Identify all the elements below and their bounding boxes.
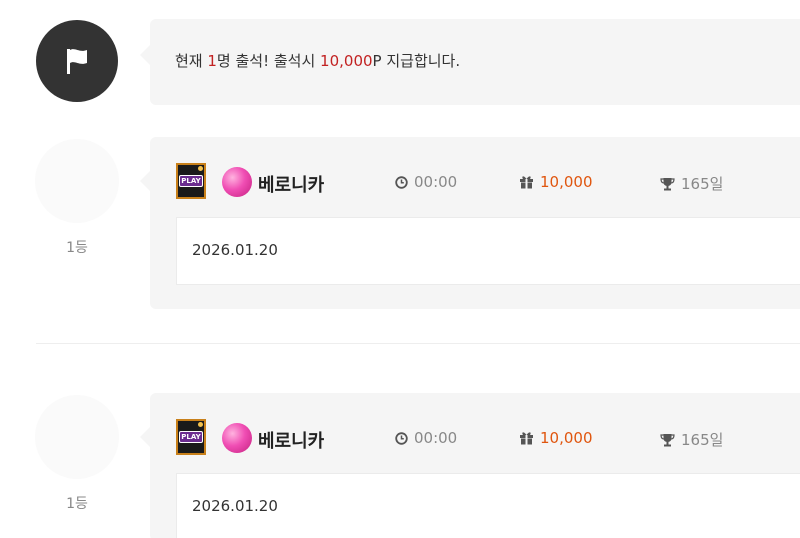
attendance-date: 2026.01.20 [192, 241, 278, 259]
level-icon: PLAY [176, 163, 206, 199]
member-nickname[interactable]: 베로니카 [258, 427, 324, 453]
divider [36, 343, 800, 344]
gift-icon [520, 176, 533, 189]
entry-header: PLAY 베로니카 00:00 10,000 165일 [150, 137, 800, 217]
trophy-icon [660, 177, 675, 190]
attendance-page: 현재 1명 출석! 출석시 10,000P 지급합니다. 1등 PLAY 베로니… [0, 0, 800, 538]
notice-bubble: 현재 1명 출석! 출석시 10,000P 지급합니다. [140, 19, 800, 105]
level-icon-text: PLAY [179, 175, 203, 187]
attendance-date: 2026.01.20 [192, 497, 278, 515]
rank-label: 1등 [66, 240, 88, 256]
entry-card: PLAY 베로니카 00:00 10,000 165일 2026.01.20 [140, 393, 800, 538]
points-value: 10,000 [540, 429, 593, 447]
avatar [35, 139, 119, 223]
entry-card: PLAY 베로니카 00:00 10,000 165일 2026.01.20 [140, 137, 800, 309]
attendance-time: 00:00 [395, 173, 457, 191]
attendee-count: 1 [207, 52, 217, 70]
trophy-icon [660, 433, 675, 446]
entry-comment: 2026.01.20 [176, 473, 800, 538]
candy-icon [222, 167, 252, 197]
notice-suffix: P 지급합니다. [372, 52, 461, 70]
attendance-days: 165일 [660, 429, 723, 450]
attendance-days: 165일 [660, 173, 723, 194]
days-value: 165일 [681, 175, 724, 193]
points-value: 10,000 [540, 173, 593, 191]
reward-points: 10,000 [320, 52, 373, 70]
notice-text: 현재 1명 출석! 출석시 10,000P 지급합니다. [175, 50, 460, 71]
clock-icon [395, 431, 408, 445]
attendance-points: 10,000 [519, 173, 593, 191]
attendance-notice: 현재 1명 출석! 출석시 10,000P 지급합니다. [0, 0, 800, 110]
level-icon-text: PLAY [179, 431, 203, 443]
flag-icon [36, 20, 118, 102]
member-nickname[interactable]: 베로니카 [258, 171, 324, 197]
gift-icon [520, 432, 533, 445]
avatar [35, 395, 119, 479]
notice-prefix: 현재 [175, 52, 208, 70]
level-icon: PLAY [176, 419, 206, 455]
rank-label: 1등 [66, 496, 88, 512]
candy-icon [222, 423, 252, 453]
clock-icon [395, 175, 408, 189]
entry-header: PLAY 베로니카 00:00 10,000 165일 [150, 393, 800, 473]
time-value: 00:00 [414, 173, 458, 191]
notice-middle: 명 출석! 출석시 [216, 52, 321, 70]
attendance-time: 00:00 [395, 429, 457, 447]
days-value: 165일 [681, 431, 724, 449]
time-value: 00:00 [414, 429, 458, 447]
attendance-points: 10,000 [519, 429, 593, 447]
entry-comment: 2026.01.20 [176, 217, 800, 285]
